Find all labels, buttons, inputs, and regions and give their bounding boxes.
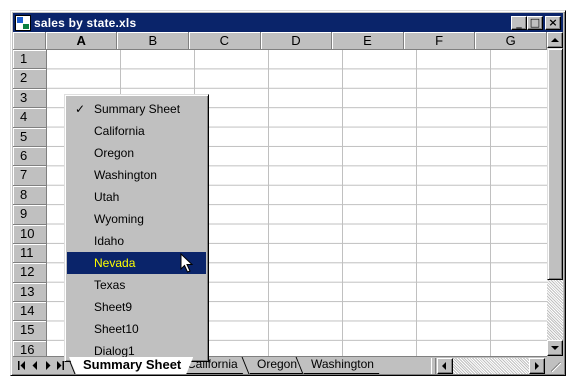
sheet-menu-item[interactable]: Utah — [67, 186, 206, 208]
arrow-left-icon — [442, 362, 446, 370]
row-header-8[interactable]: 8 — [13, 185, 47, 206]
sheet-menu-item[interactable]: Washington — [67, 164, 206, 186]
sheet-menu-item-label: Summary Sheet — [94, 102, 181, 116]
column-headers: ABCDEFG — [13, 32, 547, 50]
row-header-16[interactable]: 16 — [13, 340, 47, 356]
arrow-cursor-icon — [180, 253, 194, 273]
row-header-9[interactable]: 9 — [13, 205, 47, 225]
title-bar[interactable]: sales by state.xls _ □ × — [13, 13, 563, 32]
sheet-menu-item-label: Dialog1 — [94, 344, 135, 358]
last-sheet-icon — [56, 361, 64, 370]
sheet-menu-item-label: Oregon — [94, 146, 135, 160]
sheet-menu-item-label: Wyoming — [94, 212, 144, 226]
vertical-scroll-thumb[interactable] — [547, 48, 563, 280]
sheet-tabs: Summary Sheet California Oregon Washington — [67, 357, 429, 375]
column-header-d[interactable]: D — [260, 32, 333, 50]
scroll-right-button[interactable] — [529, 358, 545, 374]
row-header-7[interactable]: 7 — [13, 166, 47, 186]
tab-split-handle[interactable] — [431, 358, 436, 374]
sheet-menu-item-label: Idaho — [94, 234, 125, 248]
sheet-menu-item[interactable]: Oregon — [67, 142, 206, 164]
scroll-up-button[interactable] — [547, 32, 563, 48]
resize-grip[interactable] — [547, 356, 563, 374]
row-headers: 1 2 3 4 5 6 7 8 9 10 11 12 13 14 15 16 — [13, 50, 47, 356]
horizontal-scrollbar[interactable] — [437, 358, 545, 374]
select-all-corner[interactable] — [13, 32, 46, 50]
column-header-g[interactable]: G — [475, 32, 547, 50]
sheet-menu-item-label: Texas — [94, 278, 126, 292]
sheet-menu-item-label: Washington — [94, 168, 157, 182]
vertical-scrollbar[interactable] — [547, 32, 563, 356]
arrow-down-icon — [551, 346, 559, 350]
sheet-tab[interactable]: Summary Sheet — [69, 357, 193, 374]
sheet-menu-item[interactable]: Wyoming — [67, 208, 206, 230]
excel-app-icon[interactable] — [15, 14, 31, 31]
arrow-right-icon — [535, 362, 539, 370]
scroll-down-button[interactable] — [547, 340, 563, 356]
minimize-button[interactable]: _ — [511, 15, 527, 30]
sheet-menu-item[interactable]: Texas — [67, 274, 206, 296]
sheet-tab-bar: Summary Sheet California Oregon Washington — [13, 356, 547, 374]
sheet-menu-item-label: Nevada — [94, 256, 136, 270]
window-controls: _ □ × — [511, 15, 561, 30]
sheet-menu-item-label: Sheet9 — [94, 300, 133, 314]
sheet-menu-item-label: California — [94, 124, 145, 138]
sheet-menu-item[interactable]: Sheet9 — [67, 296, 206, 318]
column-header-f[interactable]: F — [403, 32, 476, 50]
sheet-menu-item[interactable]: ✓ Summary Sheet — [67, 98, 206, 120]
prev-sheet-button[interactable] — [28, 358, 41, 373]
sheet-menu-item[interactable]: Sheet10 — [67, 318, 206, 340]
row-header-2[interactable]: 2 — [13, 69, 47, 89]
row-header-13[interactable]: 13 — [13, 282, 47, 303]
column-header-b[interactable]: B — [117, 32, 190, 50]
column-header-e[interactable]: E — [332, 32, 404, 50]
column-header-c[interactable]: C — [189, 32, 261, 50]
window-title: sales by state.xls — [34, 15, 137, 30]
checkmark-icon: ✓ — [75, 102, 86, 116]
scroll-left-button[interactable] — [437, 358, 453, 374]
arrow-up-icon — [551, 38, 559, 42]
maximize-button[interactable]: □ — [527, 15, 543, 30]
row-header-1[interactable]: 1 — [13, 50, 47, 70]
prev-sheet-icon — [32, 361, 37, 370]
first-sheet-icon — [17, 361, 25, 370]
close-button[interactable]: × — [545, 15, 561, 30]
column-header-a[interactable]: A — [45, 32, 118, 50]
row-header-5[interactable]: 5 — [13, 127, 47, 147]
row-header-10[interactable]: 10 — [13, 224, 47, 244]
row-header-14[interactable]: 14 — [13, 302, 47, 322]
row-header-11[interactable]: 11 — [13, 243, 47, 264]
sheet-tab[interactable]: Washington — [297, 357, 386, 374]
row-header-15[interactable]: 15 — [13, 321, 47, 341]
row-header-12[interactable]: 12 — [13, 263, 47, 283]
sheet-menu-item-label: Utah — [94, 190, 120, 204]
row-header-3[interactable]: 3 — [13, 88, 47, 109]
sheet-menu-item[interactable]: California — [67, 120, 206, 142]
next-sheet-icon — [45, 361, 50, 370]
next-sheet-button[interactable] — [41, 358, 54, 373]
sheet-list-popup: ✓ Summary Sheet California Oregon Washington… — [64, 94, 209, 362]
first-sheet-button[interactable] — [15, 358, 28, 373]
row-header-6[interactable]: 6 — [13, 146, 47, 167]
sheet-menu-item-label: Sheet10 — [94, 322, 139, 336]
row-header-4[interactable]: 4 — [13, 108, 47, 128]
sheet-menu-item[interactable]: Idaho — [67, 230, 206, 252]
